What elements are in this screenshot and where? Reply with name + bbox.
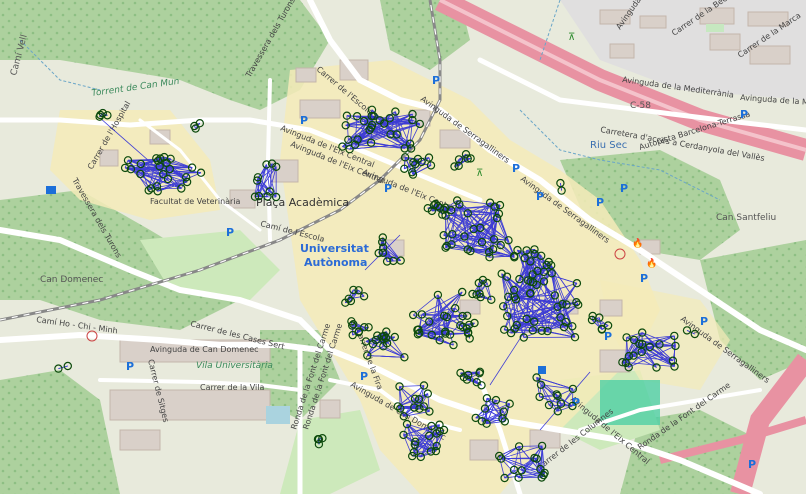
bus-stop-icon [538, 366, 546, 374]
parking-icon: P [300, 114, 308, 127]
label-placa-academica: Plaça Acadèmica [256, 196, 349, 209]
cemetery-icon: 🔥 [646, 257, 657, 269]
parking-icon: P [700, 315, 708, 328]
cemetery-icon: 🔥 [632, 237, 643, 249]
parking-icon: P [748, 458, 756, 471]
label-uab-line2: Autònoma [304, 256, 367, 269]
parking-icon: P [640, 272, 648, 285]
parking-icon: P [512, 162, 520, 175]
label-uab-line1: Universitat [300, 242, 369, 255]
bus-stop-icon [46, 186, 56, 194]
parking-icon: P [384, 182, 392, 195]
label-vila-universitaria: Vila Universitària [196, 361, 273, 371]
parking-icon: P [740, 108, 748, 121]
parking-icon: P [360, 370, 368, 383]
label-carrer-vila: Carrer de la Vila [200, 383, 264, 392]
picnic-icon: ⊼ [568, 32, 575, 43]
label-can-santfeliu: Can Santfeliu [716, 213, 776, 223]
parking-icon: P [432, 74, 440, 87]
label-riu-sec: Riu Sec [590, 140, 627, 151]
osm-map-with-network-overlay[interactable]: C-58 Autopista Barcelona-Terrassa Carret… [0, 0, 806, 494]
label-av-can-domenec: Avinguda de Can Domenec [150, 345, 259, 354]
parking-icon: P [620, 182, 628, 195]
label-can-domenec: Can Domenec [40, 275, 103, 285]
parking-icon: P [596, 196, 604, 209]
label-c58: C-58 [630, 101, 651, 111]
parking-icon: P [536, 190, 544, 203]
picnic-icon: ⊼ [476, 168, 483, 179]
parking-icon: P [226, 226, 234, 239]
label-facultat-veterinaria: Facultat de Veterinària [150, 197, 241, 206]
parking-icon: P [126, 360, 134, 373]
water-features [266, 406, 290, 424]
